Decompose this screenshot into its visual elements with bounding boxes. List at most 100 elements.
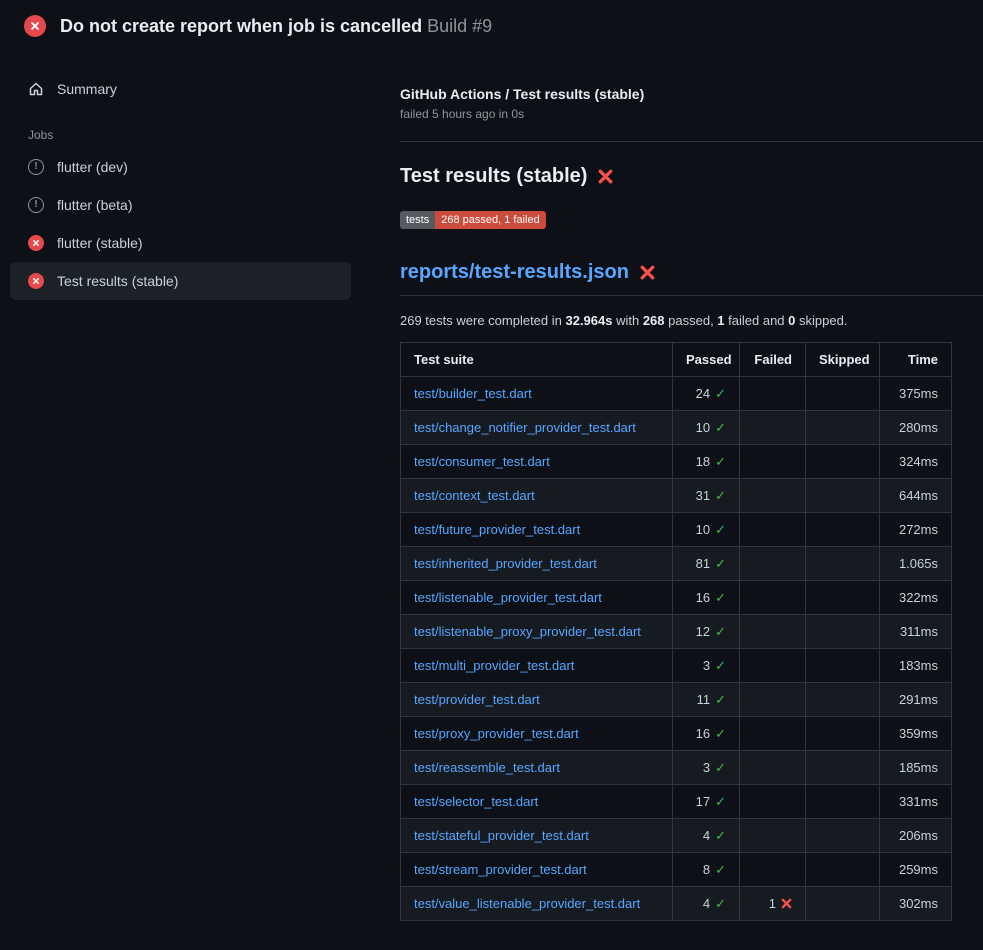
- time-cell: 644ms: [880, 479, 952, 513]
- report-file-link[interactable]: reports/test-results.json: [400, 261, 629, 284]
- passed-count: 10: [696, 420, 710, 435]
- test-suite-link[interactable]: test/stateful_provider_test.dart: [414, 828, 589, 843]
- suite-cell: test/builder_test.dart: [401, 377, 673, 411]
- table-row: test/listenable_proxy_provider_test.dart…: [401, 615, 952, 649]
- column-header-time: Time: [880, 343, 952, 377]
- page-header: Do not create report when job is cancell…: [0, 0, 983, 50]
- test-suite-link[interactable]: test/consumer_test.dart: [414, 454, 550, 469]
- skipped-cell: [806, 887, 880, 921]
- time-cell: 324ms: [880, 445, 952, 479]
- test-suite-link[interactable]: test/inherited_provider_test.dart: [414, 556, 597, 571]
- test-suite-link[interactable]: test/selector_test.dart: [414, 794, 538, 809]
- suite-cell: test/inherited_provider_test.dart: [401, 547, 673, 581]
- passed-check-icon: ✓: [715, 795, 726, 810]
- column-header-skipped: Skipped: [806, 343, 880, 377]
- time-cell: 311ms: [880, 615, 952, 649]
- summary-text: skipped.: [795, 313, 847, 328]
- suite-cell: test/multi_provider_test.dart: [401, 649, 673, 683]
- summary-failed-count: 1: [717, 313, 724, 328]
- failed-cell: [740, 445, 806, 479]
- table-row: test/multi_provider_test.dart3✓183ms: [401, 649, 952, 683]
- summary-duration: 32.964s: [565, 313, 612, 328]
- passed-cell: 4✓: [673, 887, 740, 921]
- passed-cell: 81✓: [673, 547, 740, 581]
- failed-status-icon: [28, 273, 44, 289]
- sidebar-item-summary[interactable]: Summary: [10, 70, 351, 108]
- suite-cell: test/context_test.dart: [401, 479, 673, 513]
- passed-cell: 24✓: [673, 377, 740, 411]
- sidebar-item-test-results-stable[interactable]: Test results (stable): [10, 262, 351, 300]
- test-suite-link[interactable]: test/listenable_proxy_provider_test.dart: [414, 624, 641, 639]
- suite-cell: test/future_provider_test.dart: [401, 513, 673, 547]
- failed-cell: [740, 581, 806, 615]
- passed-check-icon: ✓: [715, 489, 726, 504]
- failed-x-icon: [781, 898, 792, 909]
- test-suite-link[interactable]: test/context_test.dart: [414, 488, 535, 503]
- tests-badge: tests 268 passed, 1 failed: [400, 211, 546, 229]
- table-row: test/stream_provider_test.dart 8✓ 259ms: [401, 853, 952, 887]
- passed-check-icon: ✓: [715, 693, 726, 708]
- passed-cell: 31✓: [673, 479, 740, 513]
- passed-cell: 3✓: [673, 751, 740, 785]
- failed-cell: 1: [740, 887, 806, 921]
- suite-cell: test/listenable_proxy_provider_test.dart: [401, 615, 673, 649]
- test-suite-link[interactable]: test/provider_test.dart: [414, 692, 540, 707]
- time-cell: 322ms: [880, 581, 952, 615]
- failed-cell: [740, 683, 806, 717]
- section-title: Test results (stable): [400, 165, 983, 188]
- test-suite-link[interactable]: test/value_listenable_provider_test.dart: [414, 896, 640, 911]
- time-cell: 206ms: [880, 819, 952, 853]
- summary-text: passed,: [665, 313, 718, 328]
- time-cell: 259ms: [880, 853, 952, 887]
- column-header-failed: Failed: [740, 343, 806, 377]
- passed-check-icon: ✓: [715, 761, 726, 776]
- passed-cell: 4✓: [673, 819, 740, 853]
- suite-cell: test/reassemble_test.dart: [401, 751, 673, 785]
- table-row: test/context_test.dart 31✓ 644ms: [401, 479, 952, 513]
- failed-count: 1: [769, 896, 776, 911]
- test-suite-link[interactable]: test/builder_test.dart: [414, 386, 532, 401]
- passed-cell: 8✓: [673, 853, 740, 887]
- page-title: Do not create report when job is cancell…: [60, 16, 422, 36]
- sidebar-item-label: Test results (stable): [57, 273, 178, 289]
- sidebar-item-flutter-beta[interactable]: !flutter (beta): [10, 186, 351, 224]
- test-suite-link[interactable]: test/proxy_provider_test.dart: [414, 726, 579, 741]
- test-suite-link[interactable]: test/reassemble_test.dart: [414, 760, 560, 775]
- failed-cell: [740, 377, 806, 411]
- failed-cell: [740, 547, 806, 581]
- test-suite-link[interactable]: test/change_notifier_provider_test.dart: [414, 420, 636, 435]
- test-suite-link[interactable]: test/stream_provider_test.dart: [414, 862, 587, 877]
- passed-check-icon: ✓: [715, 421, 726, 436]
- skipped-cell: [806, 717, 880, 751]
- tests-badge-value: 268 passed, 1 failed: [435, 211, 545, 229]
- page-title-row: Do not create report when job is cancell…: [60, 16, 492, 37]
- warning-status-icon: !: [28, 197, 44, 213]
- passed-cell: 10✓: [673, 513, 740, 547]
- jobs-section-label: Jobs: [0, 108, 376, 148]
- passed-check-icon: ✓: [715, 557, 726, 572]
- test-results-table: Test suitePassedFailedSkippedTime test/b…: [400, 342, 952, 921]
- sidebar-item-flutter-dev[interactable]: !flutter (dev): [10, 148, 351, 186]
- suite-cell: test/proxy_provider_test.dart: [401, 717, 673, 751]
- report-heading: reports/test-results.json: [400, 261, 983, 296]
- section-divider: [400, 141, 983, 142]
- passed-count: 16: [696, 726, 710, 741]
- failed-cell: [740, 853, 806, 887]
- table-row: test/value_listenable_provider_test.dart…: [401, 887, 952, 921]
- tests-badge-label: tests: [400, 211, 435, 229]
- passed-check-icon: ✓: [715, 897, 726, 912]
- test-suite-link[interactable]: test/listenable_provider_test.dart: [414, 590, 602, 605]
- passed-count: 3: [703, 760, 710, 775]
- sidebar-item-flutter-stable[interactable]: flutter (stable): [10, 224, 351, 262]
- test-suite-link[interactable]: test/future_provider_test.dart: [414, 522, 580, 537]
- passed-count: 4: [703, 896, 710, 911]
- run-failed-status-icon: [24, 15, 46, 37]
- failed-cell: [740, 411, 806, 445]
- time-cell: 183ms: [880, 649, 952, 683]
- skipped-cell: [806, 513, 880, 547]
- passed-cell: 16✓: [673, 717, 740, 751]
- passed-check-icon: ✓: [715, 523, 726, 538]
- suite-cell: test/provider_test.dart: [401, 683, 673, 717]
- summary-line: 269 tests were completed in 32.964s with…: [400, 313, 983, 328]
- test-suite-link[interactable]: test/multi_provider_test.dart: [414, 658, 574, 673]
